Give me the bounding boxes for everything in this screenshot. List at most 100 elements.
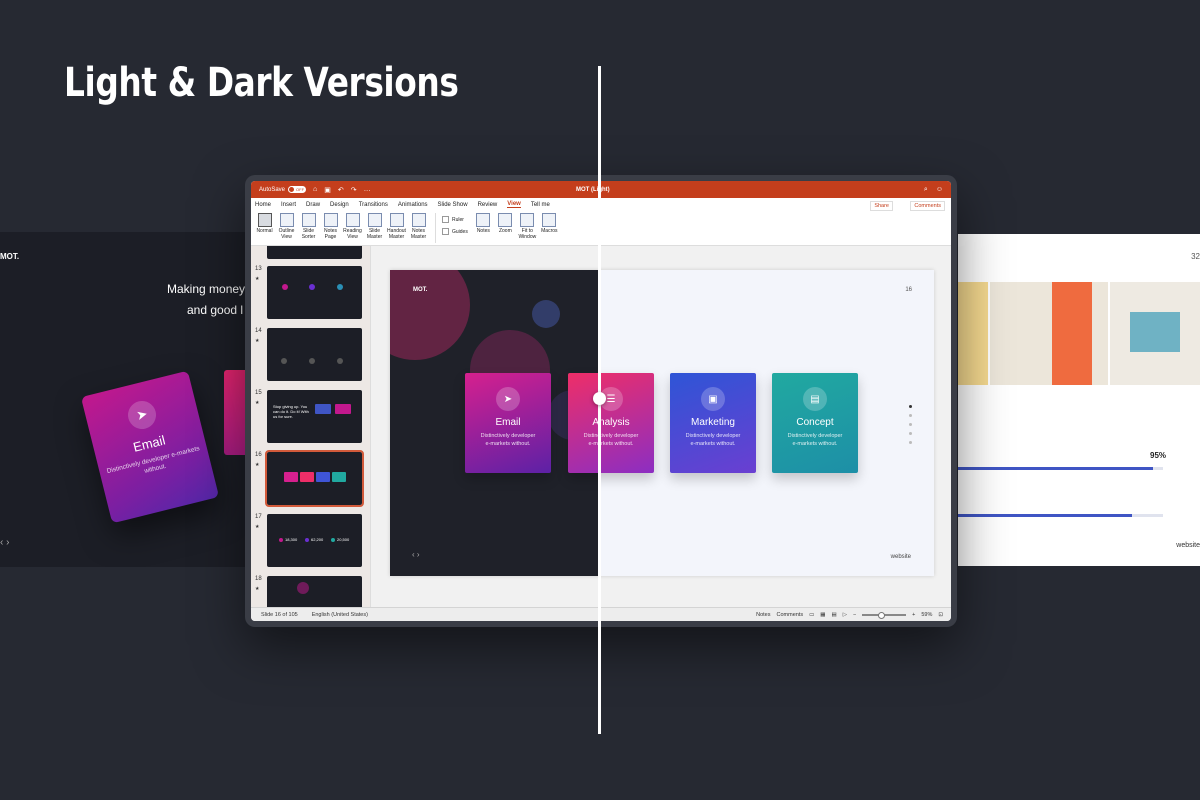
ribbon-button-label: Outline View xyxy=(278,228,295,240)
illustration-panel xyxy=(990,282,1108,385)
slide-footer: website xyxy=(1176,542,1200,549)
slide-thumbnail[interactable]: 18,300 62,200 20,500 xyxy=(267,514,362,567)
view-icon xyxy=(476,213,491,227)
ribbon-button[interactable]: Outline View xyxy=(277,213,296,240)
slide-thumbnail-number: 18 xyxy=(255,576,262,582)
slide-footer: website xyxy=(890,554,911,560)
notes-button[interactable]: Notes xyxy=(756,612,770,618)
normal-view-icon[interactable]: ▭ xyxy=(809,612,814,618)
search-icon[interactable]: ⌕ xyxy=(924,186,928,194)
save-icon[interactable]: ▣ xyxy=(324,186,331,194)
fit-slide-icon[interactable]: ⊡ xyxy=(938,612,943,618)
ribbon-checkboxes: Ruler Guides xyxy=(442,216,468,235)
slide-thumbnail-number: 13 xyxy=(255,266,262,272)
slide-thumbnail[interactable] xyxy=(267,576,362,607)
comments-button[interactable]: Comments xyxy=(910,201,945,211)
slide-thumbnail[interactable] xyxy=(267,246,362,259)
autosave-label: AutoSave xyxy=(259,186,286,193)
ribbon-button-label: Normal xyxy=(256,228,273,234)
view-icon xyxy=(257,213,272,227)
slide-nav-arrows[interactable]: ‹ › xyxy=(412,550,420,559)
ribbon-tab[interactable]: Tell me xyxy=(531,202,550,208)
ribbon-checkbox[interactable]: Ruler xyxy=(442,216,468,223)
ribbon-button[interactable]: Slide Sorter xyxy=(299,213,318,240)
comments-status-button[interactable]: Comments xyxy=(777,612,804,618)
zoom-level[interactable]: 59% xyxy=(921,612,932,618)
slide-pagination-dots xyxy=(909,405,912,444)
sorter-view-icon[interactable]: ▦ xyxy=(820,612,825,618)
slideshow-icon[interactable]: ▷ xyxy=(843,612,847,618)
ribbon-button[interactable]: Notes Master xyxy=(409,213,428,240)
ribbon-tab[interactable]: Animations xyxy=(398,202,428,208)
ribbon-button-label: Slide Sorter xyxy=(301,228,316,240)
slide-logo: MOT. xyxy=(0,252,20,261)
view-icon xyxy=(345,213,360,227)
progress-label: 95% xyxy=(1150,451,1167,460)
slide-thumbnail[interactable]: Stop giving up. You can do it. Do it! Wi… xyxy=(267,390,362,443)
ribbon-button[interactable]: Handout Master xyxy=(387,213,406,240)
slide-tagline-line1: Making money xyxy=(167,282,246,296)
slide-number: 32 xyxy=(1191,252,1200,261)
workspace: 13 ★ 14 ★ 15 ★ Stop giving up. You can do it. … xyxy=(251,246,951,607)
slide-thumbnail-number: 16 xyxy=(255,452,262,458)
ribbon-button[interactable]: Fit to Window xyxy=(518,213,537,240)
ribbon-button[interactable]: Macros xyxy=(540,213,559,240)
reading-view-icon[interactable]: ▤ xyxy=(832,612,837,618)
ribbon-button[interactable]: Notes xyxy=(474,213,493,240)
ribbon-tab[interactable]: Transitions xyxy=(359,202,388,208)
home-icon[interactable]: ⌂ xyxy=(313,186,317,193)
share-button[interactable]: Share xyxy=(870,201,893,211)
document-title: MOT (Light) xyxy=(576,186,610,193)
background-dark-slide: MOT. Making money and good l ➤ Email Dis… xyxy=(0,232,260,567)
animation-star-icon: ★ xyxy=(255,462,260,468)
ribbon-button-label: Macros xyxy=(541,228,558,234)
feature-card: ▣ Marketing Distinctively developer e-marke… xyxy=(670,373,756,473)
zoom-out-icon[interactable]: − xyxy=(853,612,856,618)
ribbon-tab[interactable]: Review xyxy=(478,202,498,208)
ribbon-tab[interactable]: Draw xyxy=(306,202,320,208)
illustration-panel xyxy=(1110,282,1200,385)
ribbon-tab[interactable]: Slide Show xyxy=(438,202,468,208)
slide-thumbnail[interactable] xyxy=(265,450,364,507)
slide-thumbnail-number: 14 xyxy=(255,328,262,334)
ribbon-button-label: Handout Master xyxy=(387,228,406,240)
slide-number: 16 xyxy=(905,287,912,293)
ribbon-tab[interactable]: View xyxy=(507,201,521,208)
undo-icon[interactable]: ↶ xyxy=(338,186,344,194)
view-icon xyxy=(498,213,513,227)
ribbon-button[interactable]: Reading View xyxy=(343,213,362,240)
slide-thumbnail-number: 15 xyxy=(255,390,262,396)
ribbon-button[interactable]: Normal xyxy=(255,213,274,240)
card-desc: Distinctively developer e-markets without… xyxy=(480,433,536,448)
card-desc: Distinctively developer e-markets without… xyxy=(583,433,639,448)
thumbnail-stat: 18,300 xyxy=(285,537,298,542)
slide-info: Slide 16 of 105 xyxy=(261,611,298,618)
smiley-icon[interactable]: ☺ xyxy=(936,186,943,194)
slide-thumbnail-number: 17 xyxy=(255,514,262,520)
ribbon-button[interactable]: Notes Page xyxy=(321,213,340,240)
animation-star-icon: ★ xyxy=(255,276,260,282)
autosave-toggle[interactable]: OFF xyxy=(288,186,307,193)
more-icon[interactable]: … xyxy=(364,186,371,193)
language[interactable]: English (United States) xyxy=(312,612,368,618)
divider-handle[interactable] xyxy=(593,392,606,405)
view-icon xyxy=(542,213,557,227)
page-headline: Light & Dark Versions xyxy=(64,60,459,106)
ribbon-tab[interactable]: Design xyxy=(330,202,349,208)
status-bar: Slide 16 of 105 English (United States) … xyxy=(251,607,951,621)
ribbon-tab[interactable]: Home xyxy=(255,202,271,208)
ribbon-checkbox[interactable]: Guides xyxy=(442,228,468,235)
slide-thumbnail[interactable] xyxy=(267,328,362,381)
zoom-in-icon[interactable]: + xyxy=(912,612,915,618)
illustration-panel xyxy=(958,282,988,385)
view-icon xyxy=(367,213,382,227)
ribbon-button[interactable]: Slide Master xyxy=(365,213,384,240)
slide-thumbnails-panel[interactable]: 13 ★ 14 ★ 15 ★ Stop giving up. You can do it. … xyxy=(251,246,371,607)
zoom-slider[interactable] xyxy=(862,611,907,619)
slide-thumbnail[interactable] xyxy=(267,266,362,319)
slide-canvas[interactable]: MOT. ‹ › 16 website ➤ Email Distinctively … xyxy=(390,270,934,576)
autosave: AutoSave OFF xyxy=(259,186,307,193)
ribbon-button[interactable]: Zoom xyxy=(496,213,515,240)
redo-icon[interactable]: ↷ xyxy=(351,186,357,194)
ribbon-tab[interactable]: Insert xyxy=(281,202,296,208)
